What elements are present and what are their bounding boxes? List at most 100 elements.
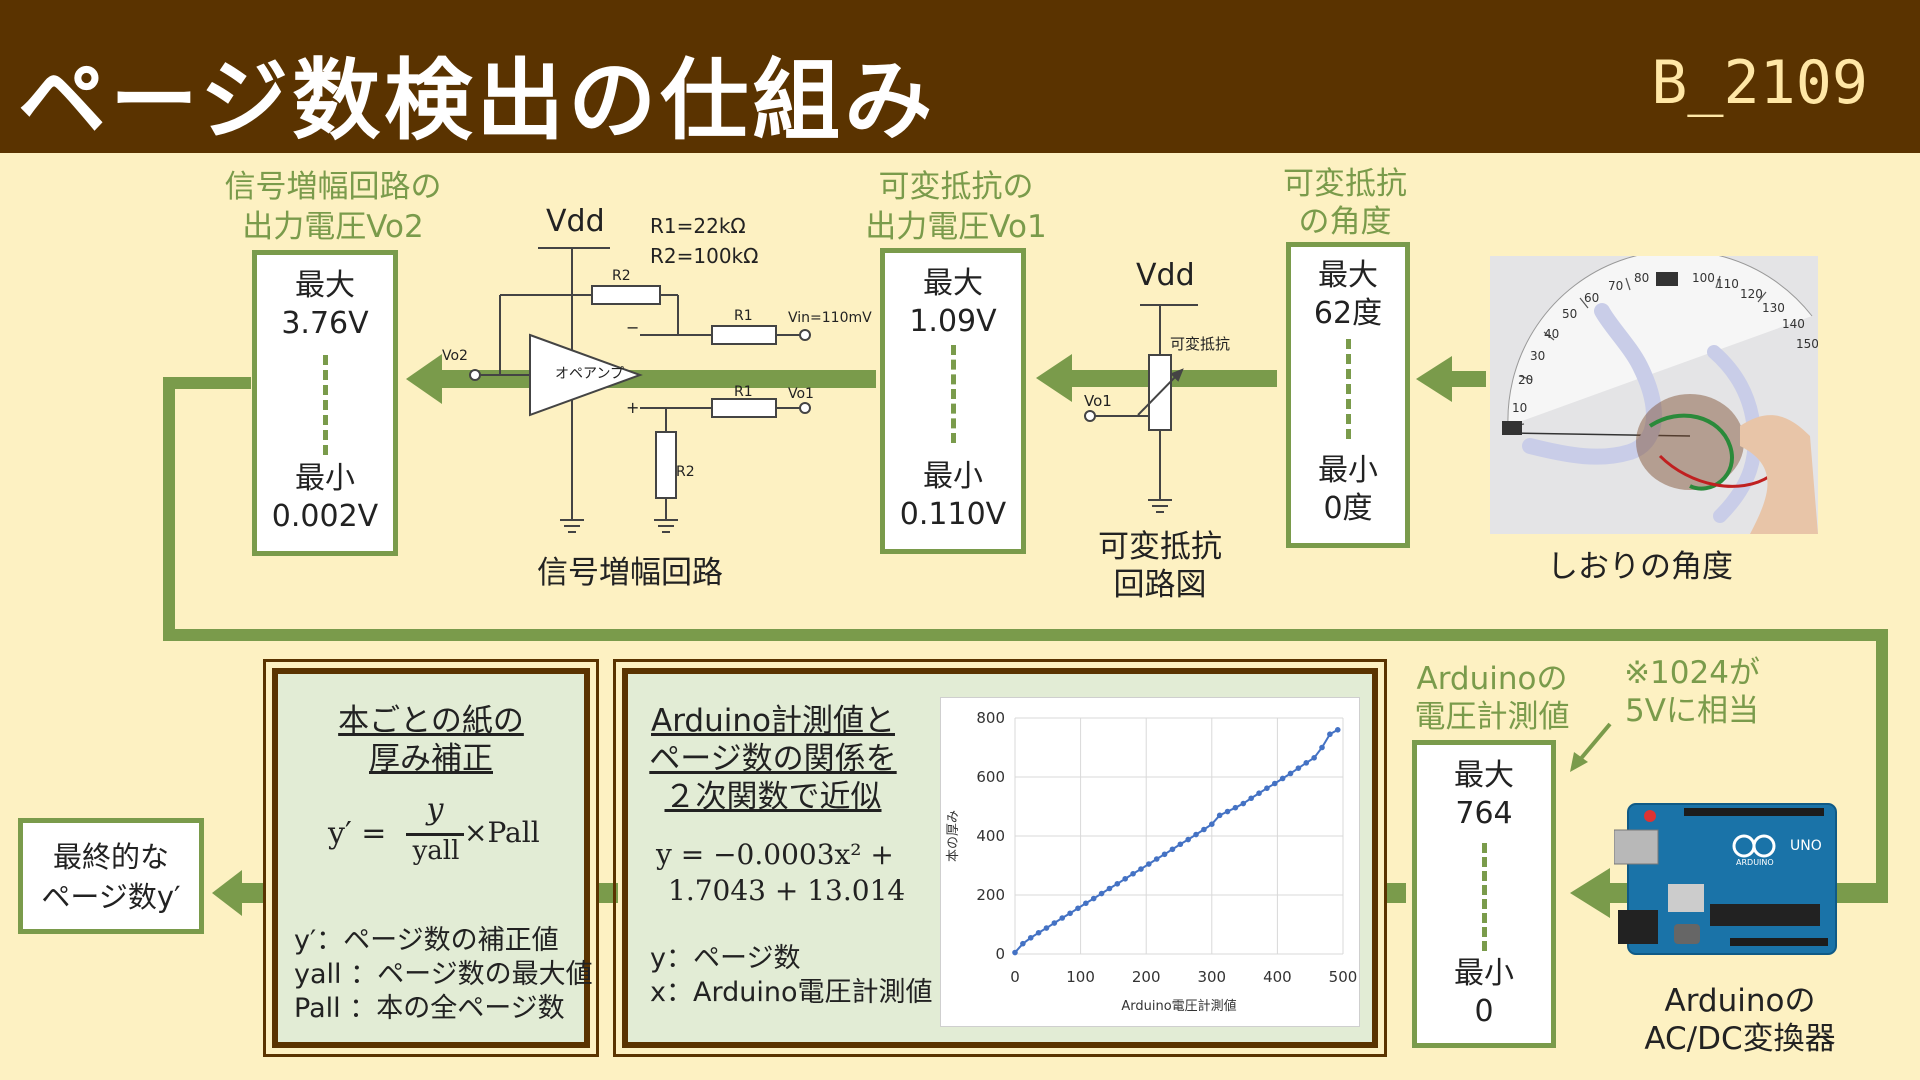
data-point (1240, 800, 1247, 807)
pot-vo1-label: Vo1 (1084, 392, 1112, 410)
svg-text:50: 50 (1562, 307, 1577, 321)
board-caption-line2: AC/DC変換器 (1644, 1021, 1836, 1057)
vo1-range-dash (951, 345, 956, 443)
correction-legend-3: Pall ：本の全ページ数 (294, 993, 565, 1024)
data-point (1193, 831, 1199, 838)
x-axis-label: Arduino電圧計測値 (1121, 998, 1236, 1014)
data-point (1035, 929, 1042, 936)
vo2-value-box: 最大 3.76V 最小 0.002V (252, 250, 398, 556)
correction-title-line2: 厚み補正 (369, 741, 493, 777)
approximation-chart: 0 200 400 600 800 0 100 200 300 400 500 Arduino電圧計測… (940, 697, 1360, 1027)
data-point (1295, 765, 1302, 771)
data-point (1224, 808, 1231, 815)
loop-wire-a (163, 377, 251, 389)
svg-text:120: 120 (1740, 287, 1763, 301)
data-point (1122, 875, 1129, 882)
arduino-uno-text: UNO (1790, 838, 1822, 854)
chart-canvas: 0 200 400 600 800 0 100 200 300 400 500 Arduino電圧計測… (946, 709, 1358, 1014)
data-point (1264, 785, 1270, 792)
y-tick-label: 800 (976, 709, 1005, 727)
data-point (1138, 866, 1144, 872)
pot-caption-line2: 回路図 (1113, 567, 1207, 603)
data-point (1256, 790, 1262, 797)
pot-vdd-label: Vdd (1136, 258, 1195, 293)
angle-caption-line1: 可変抵抗 (1283, 166, 1407, 202)
vo1-caption-line1: 可変抵抗の (878, 169, 1034, 205)
amplifier-schematic (469, 247, 811, 533)
data-point (1161, 851, 1168, 858)
correction-panel: 本ごとの紙の 厚み補正 y′ = y yall ×Pall y′：ページ数の補正… (263, 659, 599, 1057)
y-tick-label: 600 (976, 768, 1005, 786)
vo2-range-dash (323, 355, 328, 455)
arduino-range-dash (1482, 843, 1487, 951)
data-point (1098, 890, 1105, 897)
arduino-value-box: 最大 764 最小 0 (1412, 740, 1556, 1048)
vo2-min-label: 最小 (295, 461, 355, 496)
angle-max-value: 62度 (1313, 296, 1383, 331)
vo1-value-box: 最大 1.09V 最小 0.110V (880, 248, 1026, 554)
arduino-max-label: 最大 (1454, 758, 1514, 793)
vo1-min-label: 最小 (923, 459, 983, 494)
data-point (1232, 804, 1239, 811)
correction-legend-1: y′：ページ数の補正値 (294, 925, 559, 956)
x-tick-label: 100 (1066, 968, 1095, 986)
x-tick-label: 500 (1329, 968, 1358, 986)
arduino-note-line1: ※1024が (1624, 655, 1760, 691)
arduino-max-value: 764 (1455, 796, 1513, 831)
svg-text:20: 20 (1518, 373, 1533, 387)
data-point (1327, 731, 1333, 738)
approx-legend-1: y：ページ数 (650, 943, 801, 974)
correction-denominator: yall (412, 836, 460, 866)
data-point (1311, 755, 1317, 761)
amp-r1-value: R1=22kΩ (650, 214, 746, 238)
angle-range-dash (1346, 339, 1351, 439)
data-point (1209, 821, 1215, 827)
svg-text:100: 100 (1692, 271, 1715, 285)
data-point (1012, 949, 1018, 956)
data-point (1114, 880, 1121, 887)
pot-label: 可変抵抗 (1170, 335, 1231, 353)
loop-wire-c (163, 629, 1888, 641)
amp-caption: 信号増幅回路 (537, 555, 723, 591)
svg-text:30: 30 (1530, 349, 1545, 363)
data-point (1279, 775, 1286, 782)
angle-value-box: 最大 62度 最小 0度 (1286, 242, 1410, 548)
x-tick-label: 0 (1010, 968, 1020, 986)
arrow-head-to-arduino (1570, 868, 1610, 918)
opamp-plus-sign: + (626, 398, 640, 417)
amp-r2-feedback-label: R2 (612, 268, 631, 284)
y-tick-label: 400 (976, 827, 1005, 845)
data-point (1067, 910, 1073, 917)
data-point (1083, 900, 1089, 907)
correction-lhs: y′ = (328, 816, 387, 851)
data-point (1153, 856, 1160, 862)
x-tick-label: 300 (1197, 968, 1226, 986)
approx-legend-2: x：Arduino電圧計測値 (650, 977, 933, 1008)
approx-title-line1: Arduino計測値と (651, 703, 895, 739)
loop-wire-d (1876, 629, 1888, 903)
svg-text:70: 70 (1608, 279, 1623, 293)
bookmark-angle-photo: 10 20 30 4050 60 70 80 100 110120130 140 150 (1490, 256, 1818, 534)
correction-multiplier: ×Pall (464, 816, 540, 849)
amp-r1-upper-label: R1 (734, 308, 753, 324)
photo-caption: しおりの角度 (1547, 549, 1733, 585)
amp-r2-ground-label: R2 (676, 464, 695, 480)
data-point (1177, 841, 1184, 848)
vo1-caption-line2: 出力電圧Vo1 (865, 209, 1047, 245)
angle-min-label: 最小 (1318, 453, 1378, 488)
data-point (1051, 920, 1058, 926)
vo2-max-label: 最大 (295, 268, 355, 303)
data-point (1090, 895, 1097, 902)
vo1-min-value: 0.110V (899, 497, 1007, 532)
vo2-min-value: 0.002V (271, 499, 379, 534)
arduino-board-image (1614, 803, 1837, 955)
final-line2: ページ数y′ (41, 880, 181, 914)
data-point (1059, 915, 1066, 921)
data-point (1185, 836, 1191, 843)
data-point (1075, 905, 1081, 912)
approx-equation-line1: y = −0.0003x² + (656, 838, 894, 871)
angle-caption-line2: の角度 (1298, 204, 1392, 240)
opamp-label: オペアンプ (555, 366, 625, 382)
loop-wire-b (163, 377, 175, 641)
arduino-brand-text: ARDUINO (1736, 858, 1774, 867)
